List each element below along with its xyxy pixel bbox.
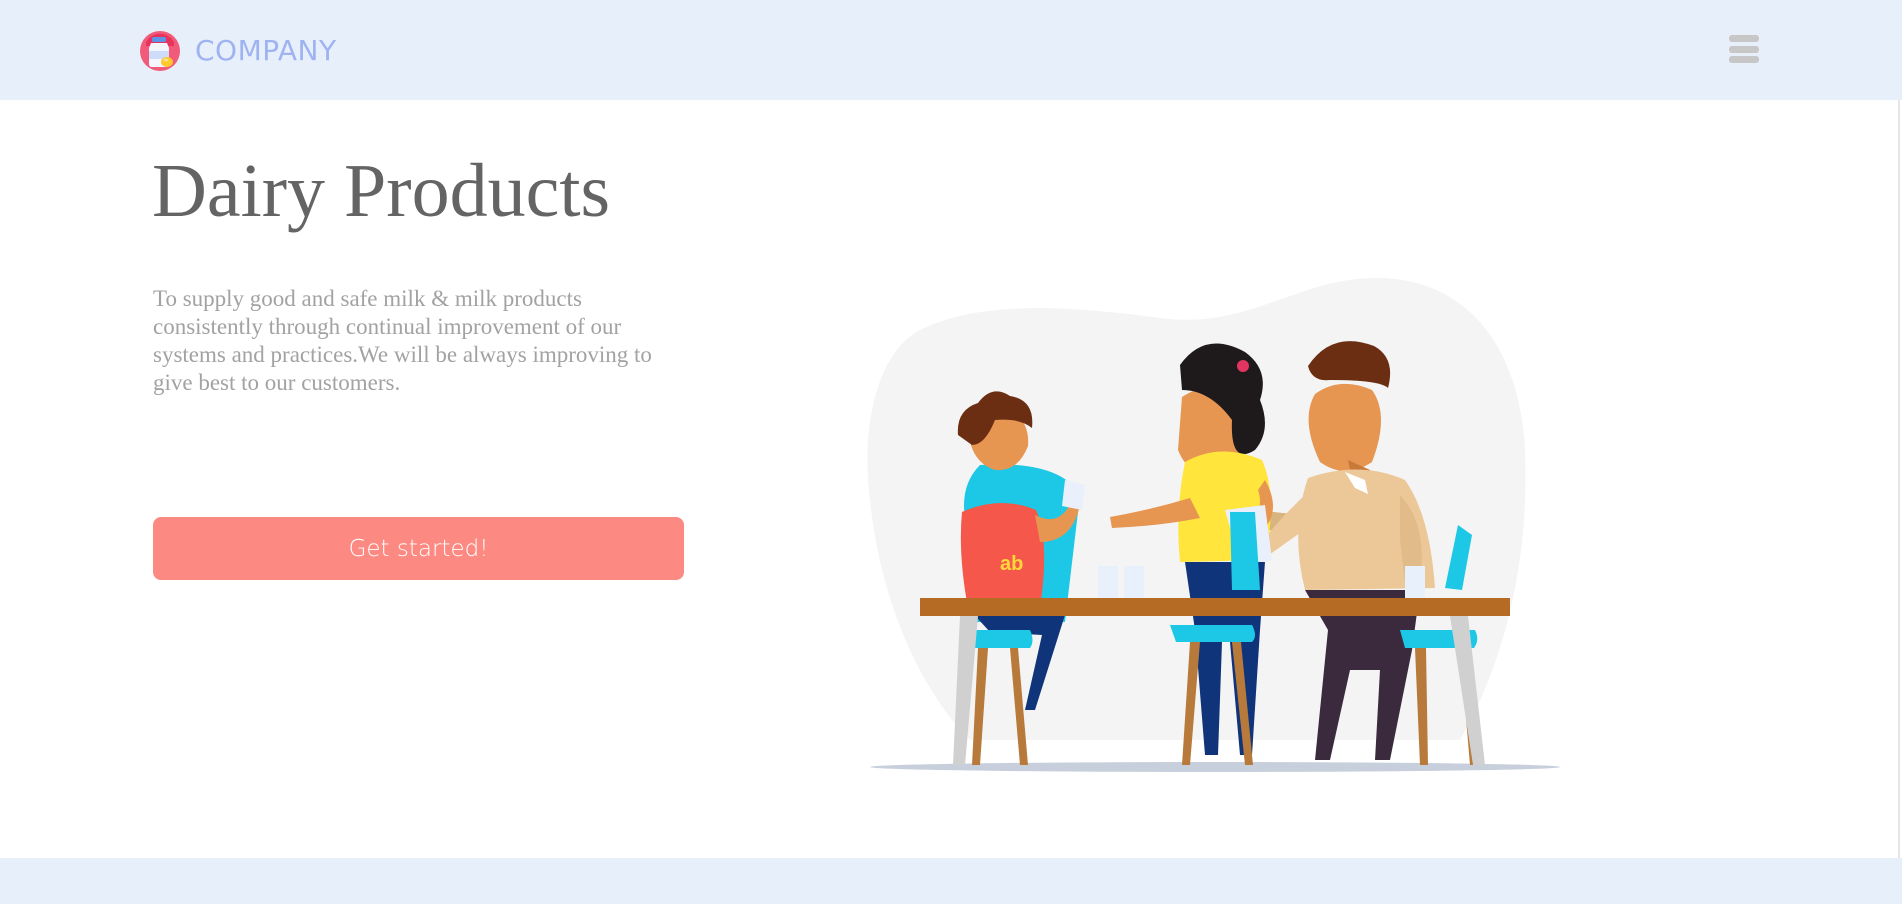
brand-link[interactable]: COMPANY bbox=[139, 29, 337, 73]
footer-band bbox=[0, 858, 1902, 904]
get-started-button[interactable]: Get started! bbox=[153, 517, 684, 580]
brand-name: COMPANY bbox=[195, 34, 337, 67]
shirt-letters: ab bbox=[1000, 553, 1023, 575]
menu-bar bbox=[1729, 56, 1759, 63]
milk-bottle-logo-icon bbox=[140, 31, 180, 71]
menu-bar bbox=[1729, 35, 1759, 42]
family-at-table-illustration: ab bbox=[867, 277, 1560, 772]
page-right-edge bbox=[1898, 100, 1900, 858]
hamburger-menu-icon[interactable] bbox=[1728, 33, 1760, 65]
hero-description: To supply good and safe milk & milk prod… bbox=[153, 286, 652, 395]
top-navbar: COMPANY bbox=[0, 0, 1902, 100]
hero-title: Dairy Products bbox=[152, 149, 611, 233]
menu-bar bbox=[1729, 45, 1759, 53]
